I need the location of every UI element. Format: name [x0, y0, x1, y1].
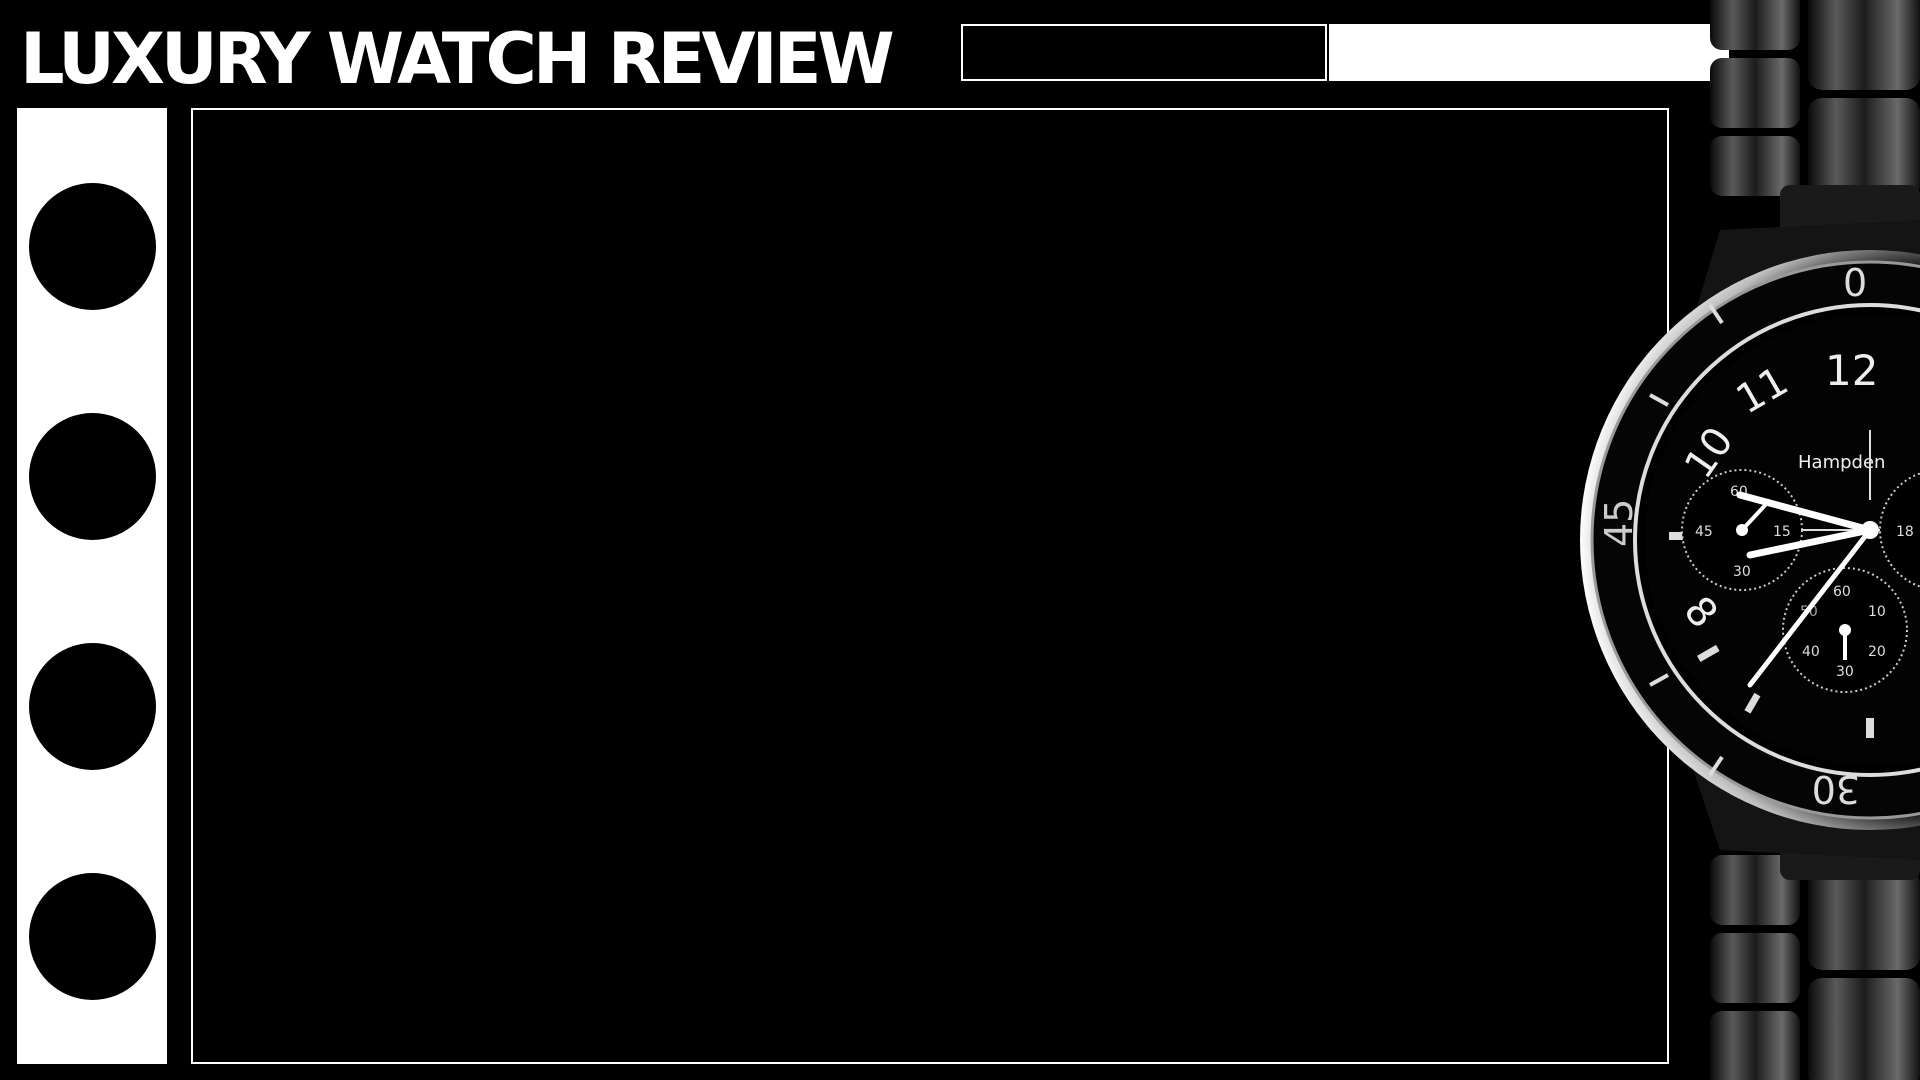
bezel-number-0: 0	[1843, 261, 1867, 305]
bezel-number-30: 30	[1812, 767, 1860, 811]
film-strip-hole	[29, 643, 156, 770]
subdial-bottom-label-30: 30	[1836, 664, 1854, 680]
dial-numeral-12: 12	[1825, 346, 1878, 395]
bracelet-top	[1710, 0, 1920, 245]
watch-image: 0 45 30 12 11 10 8 Hampden 60 15 45 30	[1580, 0, 1920, 1080]
bracelet-bottom	[1710, 830, 1920, 1080]
subdial-left-label-15: 15	[1773, 524, 1791, 540]
bezel-number-45: 45	[1597, 499, 1641, 547]
subdial-right-label-18: 18	[1896, 524, 1914, 540]
subdial-bottom-label-10: 10	[1868, 604, 1886, 620]
title-accent-box-black	[961, 24, 1327, 81]
video-frame	[191, 108, 1669, 1064]
film-strip-hole	[29, 873, 156, 1000]
film-strip	[17, 108, 167, 1064]
subdial-left-label-30: 30	[1733, 564, 1751, 580]
subdial-bottom-label-60: 60	[1833, 584, 1851, 600]
watch-brand: Hampden	[1798, 452, 1885, 473]
film-strip-hole	[29, 183, 156, 310]
page-title: LUXURY WATCH REVIEW	[20, 18, 895, 100]
subdial-bottom-label-40: 40	[1802, 644, 1820, 660]
subdial-left: 60 15 45 30	[1681, 469, 1803, 591]
subdial-left-label-45: 45	[1695, 524, 1713, 540]
subdial-bottom: 60 10 50 20 40 30	[1782, 567, 1908, 693]
film-strip-hole	[29, 413, 156, 540]
subdial-bottom-label-20: 20	[1868, 644, 1886, 660]
